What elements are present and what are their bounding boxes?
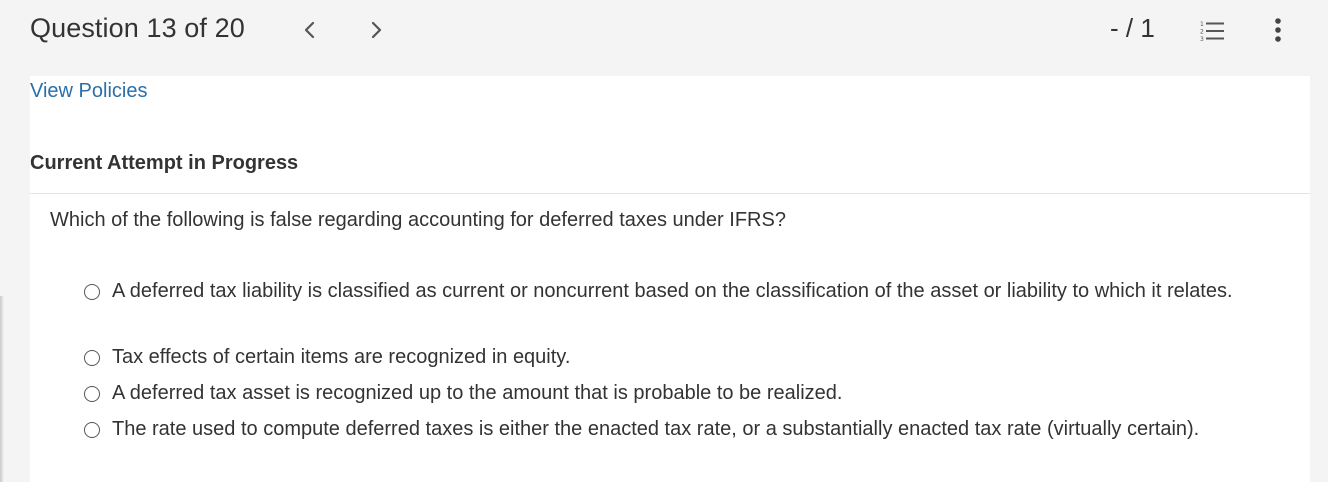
score-display: - / 1 — [1110, 13, 1155, 43]
question-list-button[interactable]: 1 2 3 — [1196, 16, 1228, 46]
answer-option-label: Tax effects of certain items are recogni… — [112, 346, 571, 368]
question-nav-bar: Question 13 of 20 - / 1 1 2 3 — [0, 0, 1328, 60]
radio-button[interactable] — [84, 422, 100, 438]
answer-option-2[interactable]: Tax effects of certain items are recogni… — [84, 346, 570, 372]
answer-option-1[interactable]: A deferred tax liability is classified a… — [84, 280, 1234, 306]
attempt-status-heading: Current Attempt in Progress — [30, 152, 299, 174]
answer-option-3[interactable]: A deferred tax asset is recognized up to… — [84, 382, 842, 408]
vertical-ellipsis-icon — [1275, 18, 1281, 42]
side-panel-edge — [0, 296, 4, 482]
svg-text:1: 1 — [1200, 21, 1204, 28]
more-options-button[interactable] — [1264, 14, 1292, 46]
chevron-left-icon — [304, 21, 315, 39]
chevron-right-icon — [371, 21, 382, 39]
svg-text:2: 2 — [1200, 29, 1204, 36]
answer-option-label: A deferred tax asset is recognized up to… — [112, 382, 843, 404]
previous-question-button[interactable] — [294, 14, 324, 46]
radio-button[interactable] — [84, 284, 100, 300]
radio-button[interactable] — [84, 386, 100, 402]
answer-option-label: The rate used to compute deferred taxes … — [112, 418, 1200, 440]
next-question-button[interactable] — [362, 14, 392, 46]
divider — [30, 193, 1310, 194]
answer-option-label: A deferred tax liability is classified a… — [112, 280, 1233, 302]
question-counter: Question 13 of 20 — [30, 13, 245, 43]
view-policies-link[interactable]: View Policies — [30, 80, 147, 103]
quiz-page: Question 13 of 20 - / 1 1 2 3 View Polic… — [0, 0, 1328, 482]
svg-text:3: 3 — [1200, 36, 1204, 43]
question-text: Which of the following is false regardin… — [50, 209, 786, 231]
radio-button[interactable] — [84, 350, 100, 366]
answer-option-4[interactable]: The rate used to compute deferred taxes … — [84, 418, 1199, 444]
numbered-list-icon: 1 2 3 — [1200, 21, 1224, 43]
